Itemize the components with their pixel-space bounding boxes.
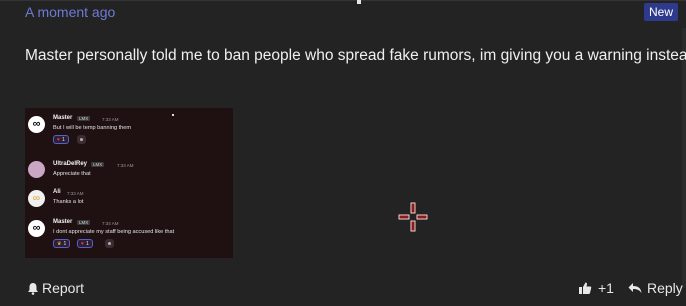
role-tag: LMX <box>77 116 91 121</box>
scrollbar-track[interactable] <box>682 28 686 288</box>
reaction-count: 1 <box>61 136 65 143</box>
avatar: ∞ <box>28 220 45 237</box>
post-message: Master personally told me to ban people … <box>25 47 686 64</box>
reaction-count: 1 <box>85 240 89 247</box>
crosshair-cursor-icon <box>398 202 428 232</box>
reaction-heart: ♥ 1 <box>53 135 69 144</box>
clipped-title-glyph <box>357 0 361 4</box>
post-header: A moment ago New <box>0 0 686 28</box>
post-timestamp: A moment ago <box>25 4 116 20</box>
reply-arrow-icon <box>628 283 642 293</box>
embedded-dot <box>172 114 174 116</box>
message-text: Appreciate that <box>53 171 91 177</box>
crown-icon: ♛ <box>57 240 62 247</box>
message-author: Master <box>53 219 73 225</box>
message-author: Master <box>53 115 73 121</box>
post-actions: Report +1 Reply <box>0 276 686 300</box>
message-text: I dont appreciate my staff being accused… <box>53 229 175 235</box>
message-time: 7:34 AM <box>102 221 119 226</box>
message-text: But I will be temp banning them <box>53 125 132 131</box>
emoji-icon: ☻ <box>105 239 114 248</box>
avatar <box>28 161 45 178</box>
message-time: 7:33 AM <box>117 163 134 168</box>
reaction-heart: ♥ 1 <box>77 239 93 248</box>
role-tag: LMX <box>77 220 91 225</box>
new-badge: New <box>643 3 678 21</box>
like-button[interactable]: +1 <box>578 280 614 296</box>
report-label: Report <box>42 280 85 296</box>
like-count: +1 <box>598 280 614 296</box>
message-author: Ali <box>53 189 61 195</box>
role-tag: LMX <box>91 162 105 167</box>
reaction-crown: ♛ 1 <box>53 239 71 248</box>
reply-label: Reply <box>647 280 683 296</box>
bell-icon <box>28 282 38 295</box>
message-author: UltraDelRey <box>53 161 88 167</box>
avatar: ∞ <box>28 116 45 133</box>
message-text: Thanks a lot <box>53 199 84 205</box>
thumbs-up-icon <box>579 282 592 294</box>
message-time: 7:33 AM <box>102 117 119 122</box>
emoji-icon: ☻ <box>77 135 86 144</box>
heart-icon: ♥ <box>81 240 84 247</box>
report-button[interactable]: Report <box>27 280 84 296</box>
reaction-count: 1 <box>63 240 67 247</box>
heart-icon: ♥ <box>57 136 60 143</box>
avatar: ∞ <box>28 190 45 207</box>
message-time: 7:33 AM <box>67 191 84 196</box>
embedded-chat-screenshot[interactable]: ∞ Master LMX 7:33 AM But I will be temp … <box>25 108 233 258</box>
reply-button[interactable]: Reply <box>628 280 683 296</box>
